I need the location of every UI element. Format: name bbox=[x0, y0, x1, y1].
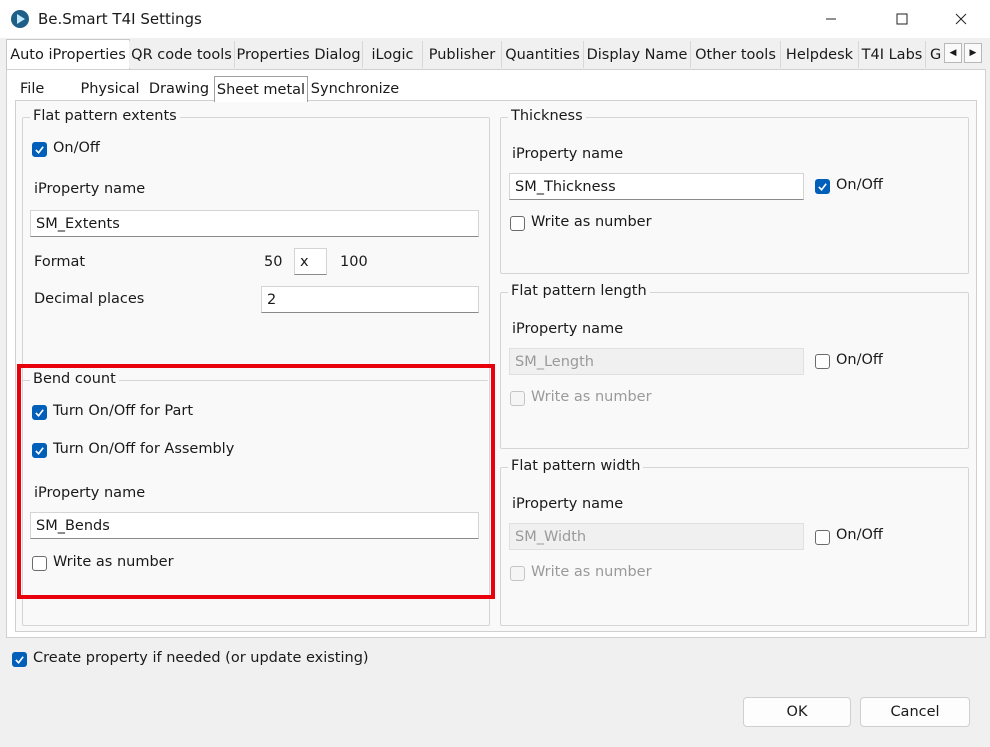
decimal-places-input[interactable]: 2 bbox=[261, 286, 479, 313]
arrow-right-icon: ▶ bbox=[969, 48, 977, 58]
minimize-icon bbox=[826, 18, 836, 20]
flat-length-onoff-checkbox[interactable] bbox=[815, 354, 830, 369]
check-icon bbox=[35, 146, 44, 154]
tab-other-tools[interactable]: Other tools bbox=[691, 41, 781, 68]
thickness-onoff-label: On/Off bbox=[836, 177, 883, 193]
flat-extents-iprop-label: iProperty name bbox=[34, 181, 146, 197]
flat-width-iprop-input[interactable]: SM_Width bbox=[509, 523, 804, 550]
flat-length-write-number-label: Write as number bbox=[531, 389, 652, 405]
create-property-label: Create property if needed (or update exi… bbox=[33, 650, 369, 666]
create-property-checkbox[interactable] bbox=[12, 652, 27, 667]
thickness-write-number-checkbox[interactable] bbox=[510, 216, 525, 231]
flat-extents-title: Flat pattern extents bbox=[30, 108, 180, 124]
cancel-button[interactable]: Cancel bbox=[860, 697, 970, 727]
tab-t4i-labs[interactable]: T4I Labs bbox=[859, 41, 926, 68]
tab-properties-dialog[interactable]: Properties Dialog bbox=[235, 41, 363, 68]
flat-width-iprop-label: iProperty name bbox=[512, 496, 624, 512]
flat-length-iprop-label: iProperty name bbox=[512, 321, 624, 337]
format-width-value: 50 bbox=[264, 254, 283, 270]
tab-quantities[interactable]: Quantities bbox=[502, 41, 584, 68]
thickness-write-number-label: Write as number bbox=[531, 214, 652, 230]
subtab-synchronize[interactable]: Synchronize bbox=[310, 78, 400, 100]
tab-qr-code-tools[interactable]: QR code tools bbox=[129, 41, 235, 68]
tab-g[interactable]: G bbox=[926, 41, 944, 68]
thickness-title: Thickness bbox=[508, 108, 586, 124]
close-button[interactable] bbox=[938, 0, 984, 38]
flat-length-iprop-input[interactable]: SM_Length bbox=[509, 348, 804, 375]
flat-width-write-number-label: Write as number bbox=[531, 564, 652, 580]
tab-scroll-right-button[interactable]: ▶ bbox=[964, 43, 982, 63]
flat-length-onoff-label: On/Off bbox=[836, 352, 883, 368]
thickness-onoff-checkbox[interactable] bbox=[815, 179, 830, 194]
format-label: Format bbox=[34, 254, 86, 270]
close-icon bbox=[955, 13, 967, 25]
subtab-physical[interactable]: Physical bbox=[78, 78, 142, 100]
maximize-icon bbox=[896, 13, 908, 25]
flat-width-write-number-checkbox[interactable] bbox=[510, 566, 525, 581]
highlight-box bbox=[17, 364, 495, 599]
subtab-file[interactable]: File bbox=[16, 78, 78, 100]
thickness-iprop-label: iProperty name bbox=[512, 146, 624, 162]
tab-auto-iproperties[interactable]: Auto iProperties bbox=[6, 39, 130, 69]
tab-scroll-left-button[interactable]: ◀ bbox=[944, 43, 962, 63]
minimize-button[interactable] bbox=[808, 0, 854, 38]
tab-publisher[interactable]: Publisher bbox=[423, 41, 502, 68]
tab-display-name[interactable]: Display Name bbox=[584, 41, 691, 68]
tab-ilogic[interactable]: iLogic bbox=[363, 41, 423, 68]
flat-width-title: Flat pattern width bbox=[508, 458, 644, 474]
subtab-sheet-metal[interactable]: Sheet metal bbox=[214, 76, 308, 102]
flat-width-onoff-label: On/Off bbox=[836, 527, 883, 543]
format-separator-input[interactable]: x bbox=[294, 248, 327, 275]
check-icon bbox=[15, 656, 24, 664]
app-icon bbox=[11, 10, 29, 28]
flat-extents-onoff-label: On/Off bbox=[53, 140, 100, 156]
flat-length-write-number-checkbox[interactable] bbox=[510, 391, 525, 406]
tab-helpdesk[interactable]: Helpdesk bbox=[781, 41, 859, 68]
window-title: Be.Smart T4I Settings bbox=[38, 10, 202, 28]
subtab-drawing[interactable]: Drawing bbox=[146, 78, 212, 100]
decimal-places-label: Decimal places bbox=[34, 291, 145, 307]
thickness-iprop-input[interactable]: SM_Thickness bbox=[509, 173, 804, 200]
flat-width-onoff-checkbox[interactable] bbox=[815, 530, 830, 545]
flat-extents-iprop-input[interactable]: SM_Extents bbox=[30, 210, 479, 237]
flat-length-title: Flat pattern length bbox=[508, 283, 650, 299]
flat-extents-onoff-checkbox[interactable] bbox=[32, 142, 47, 157]
ok-button[interactable]: OK bbox=[743, 697, 851, 727]
format-height-value: 100 bbox=[340, 254, 368, 270]
maximize-button[interactable] bbox=[879, 0, 925, 38]
check-icon bbox=[818, 183, 827, 191]
arrow-left-icon: ◀ bbox=[949, 48, 957, 58]
